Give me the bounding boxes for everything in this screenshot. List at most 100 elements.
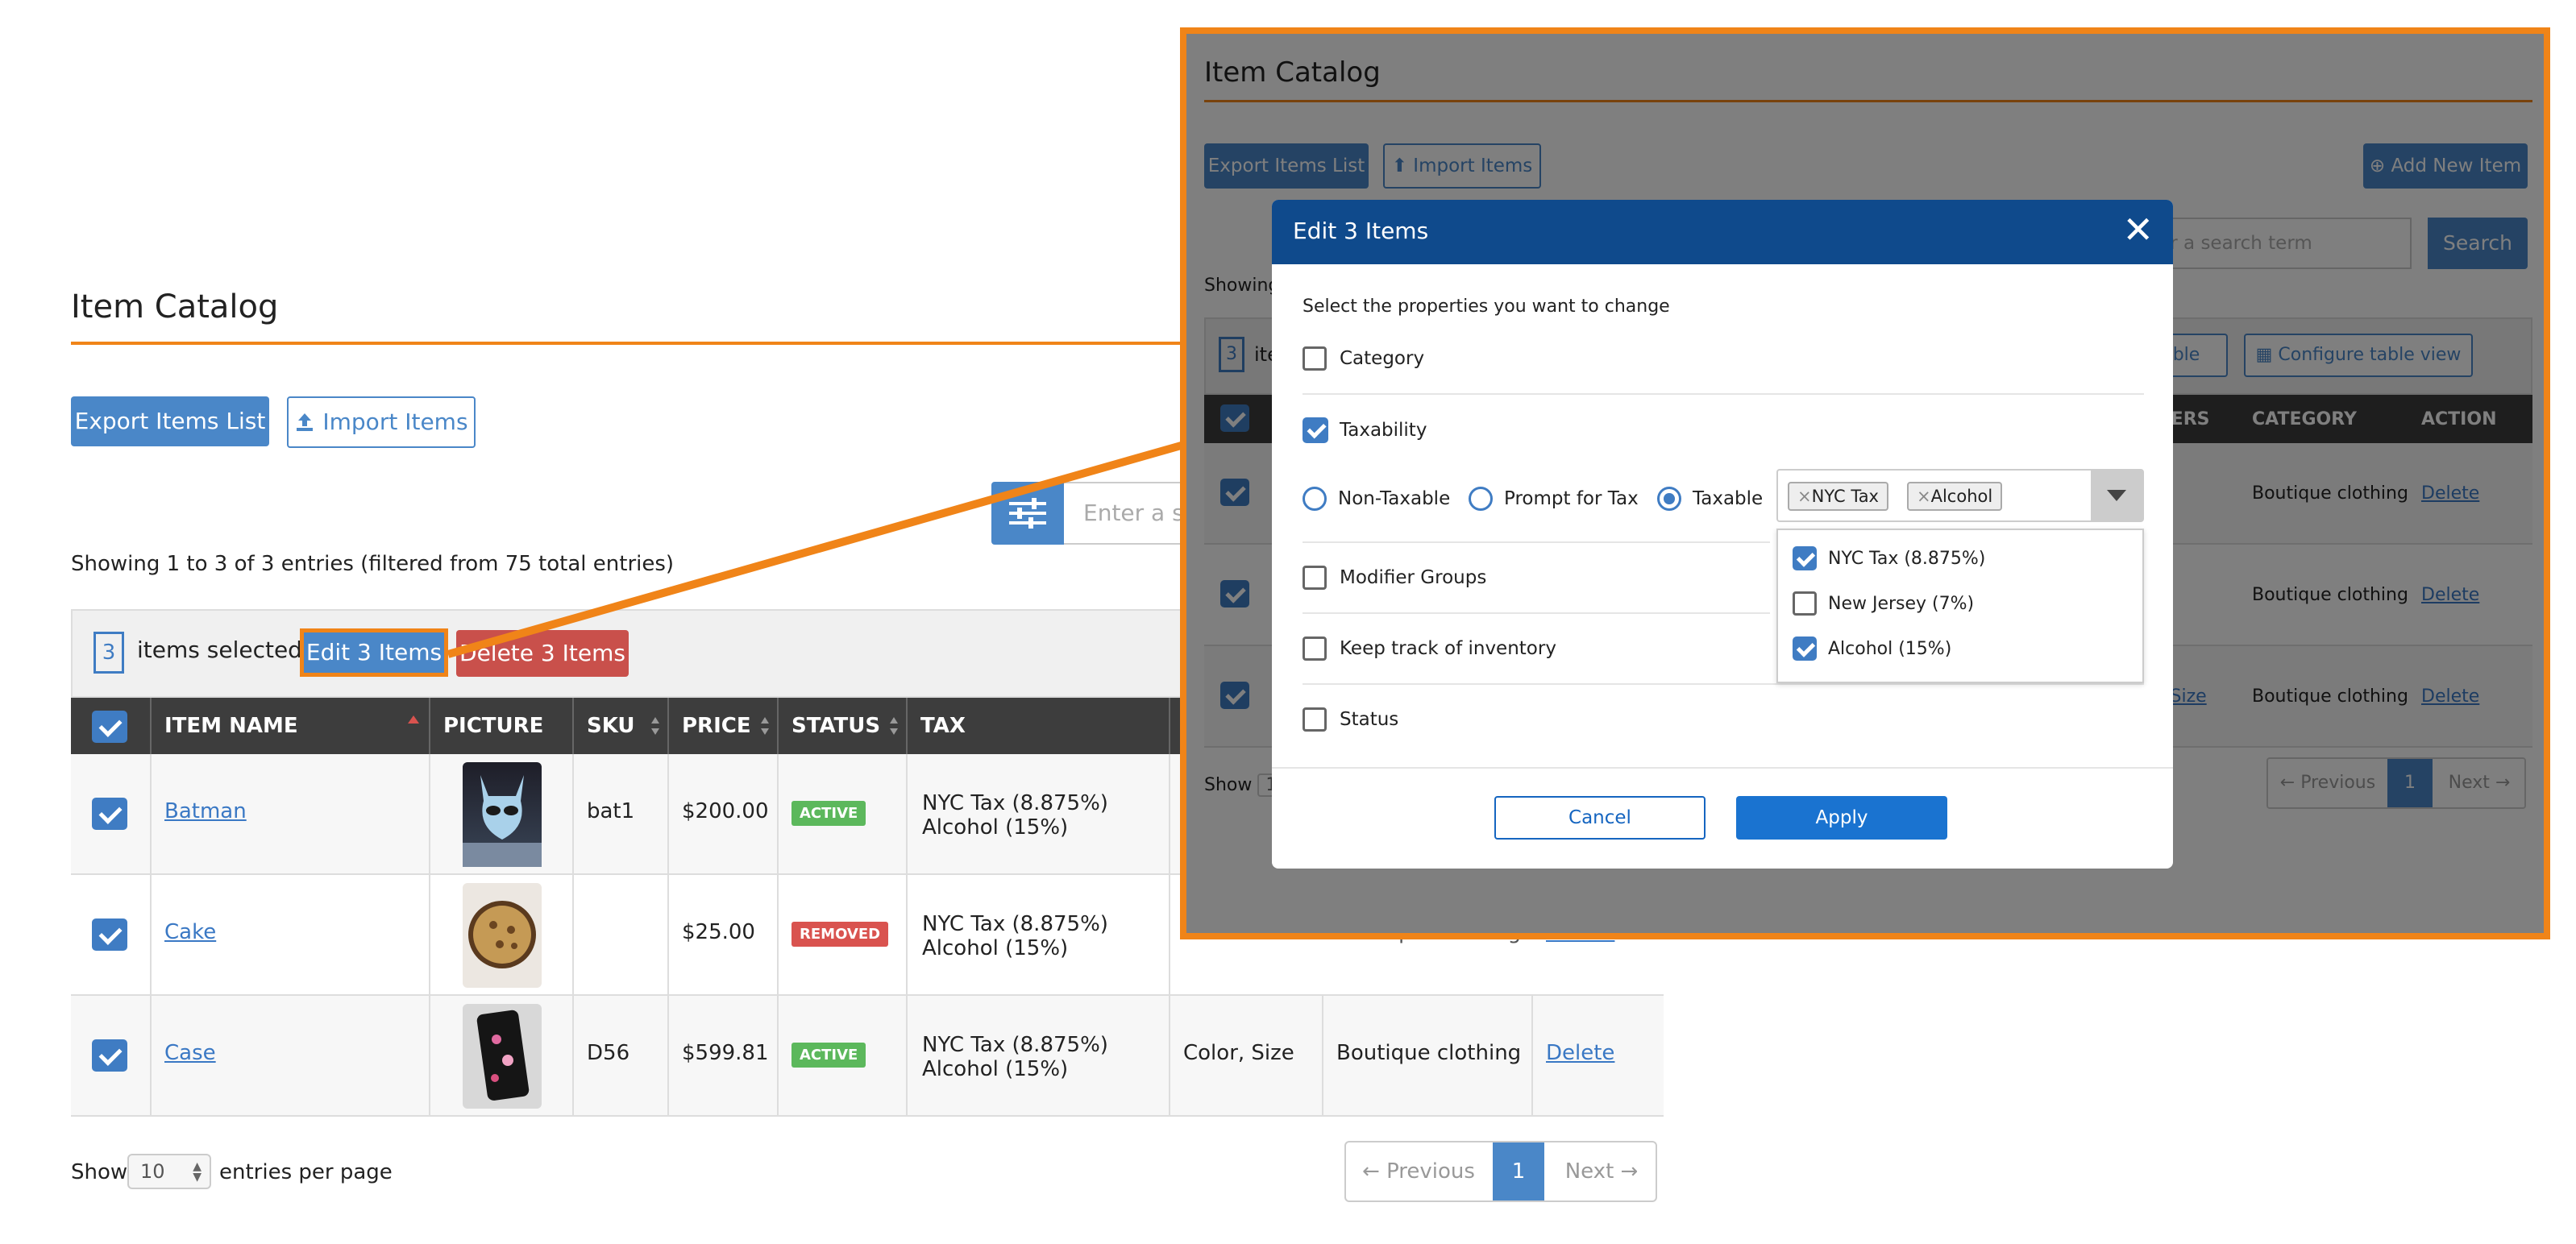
delete-link[interactable]: Delete: [1546, 1041, 1614, 1065]
status-checkbox[interactable]: [1303, 707, 1327, 732]
radio-button-selected[interactable]: [1657, 487, 1681, 511]
tag-alcohol: ×Alcohol: [1907, 482, 2003, 511]
radio-button[interactable]: [1469, 487, 1493, 511]
search-input[interactable]: Enter a search term: [1064, 482, 1185, 545]
taxability-checkbox[interactable]: [1303, 417, 1328, 443]
upload-icon: [297, 413, 314, 431]
prev-page-button[interactable]: ← Previous: [1346, 1142, 1491, 1200]
remove-tag-icon[interactable]: ×: [1917, 487, 1931, 506]
row-checkbox[interactable]: [92, 798, 127, 830]
taxable-radio[interactable]: Taxable: [1657, 487, 1763, 511]
modifiers-cell: Color, Size: [1170, 996, 1323, 1115]
sku-cell: bat1: [574, 754, 669, 873]
delete-items-button[interactable]: Delete 3 Items: [456, 630, 629, 677]
chevron-down-icon: [2107, 490, 2126, 501]
tax-line: Alcohol (15%): [922, 815, 1069, 840]
next-page-button[interactable]: Next →: [1546, 1142, 1656, 1200]
col-tax: TAX: [908, 698, 1170, 754]
modifier-groups-option[interactable]: Modifier Groups: [1303, 566, 1486, 590]
item-name-link[interactable]: Case: [164, 1041, 216, 1065]
filter-button[interactable]: [991, 482, 1064, 545]
col-item-name[interactable]: ITEM NAME: [152, 698, 430, 754]
sort-asc-icon: [408, 715, 419, 724]
tax-options-dropdown: NYC Tax (8.875%) New Jersey (7%) Alcohol…: [1776, 529, 2144, 683]
option-checkbox[interactable]: [1793, 591, 1817, 616]
tax-multiselect[interactable]: ×NYC Tax ×Alcohol: [1776, 469, 2144, 522]
selection-bar: 3 items selected Edit 3 Items Delete 3 I…: [71, 609, 1199, 698]
inventory-checkbox[interactable]: [1303, 637, 1327, 661]
col-sku[interactable]: SKU: [574, 698, 669, 754]
per-page-label: entries per page: [219, 1160, 393, 1184]
tax-line: Alcohol (15%): [922, 1057, 1069, 1081]
dropdown-toggle[interactable]: [2091, 471, 2142, 520]
modal-header: Edit 3 Items ✕: [1272, 200, 2173, 264]
category-option[interactable]: Category: [1303, 346, 1424, 371]
item-name-link[interactable]: Batman: [164, 799, 247, 823]
status-option[interactable]: Status: [1303, 707, 1398, 732]
item-name-link[interactable]: Cake: [164, 920, 216, 944]
item-thumbnail: [463, 1004, 542, 1109]
divider: [1303, 683, 2144, 685]
tax-line: Alcohol (15%): [922, 936, 1069, 960]
close-icon[interactable]: ✕: [2122, 208, 2154, 251]
option-new-jersey[interactable]: New Jersey (7%): [1793, 591, 1974, 616]
cake-image: [468, 901, 536, 968]
table-row: Case D56 $599.81 ACTIVE NYC Tax (8.875%)…: [71, 996, 1664, 1117]
updown-icon: ▲ ▼: [193, 1160, 202, 1184]
tax-line: NYC Tax (8.875%): [922, 1033, 1108, 1057]
zoomed-inset: Item Catalog Export Items List ⬆ Import …: [1180, 27, 2550, 939]
edit-items-button[interactable]: Edit 3 Items: [300, 628, 448, 677]
select-all-checkbox[interactable]: [92, 711, 127, 743]
edit-items-modal: Edit 3 Items ✕ Select the properties you…: [1272, 200, 2173, 869]
show-label: Show: [71, 1160, 128, 1184]
row-checkbox[interactable]: [92, 1039, 127, 1072]
option-alcohol[interactable]: Alcohol (15%): [1793, 637, 1951, 661]
divider: [1303, 541, 1770, 543]
divider: [1303, 612, 1770, 614]
remove-tag-icon[interactable]: ×: [1797, 487, 1812, 506]
page-1-button[interactable]: 1: [1493, 1142, 1544, 1200]
status-badge: ACTIVE: [791, 801, 866, 826]
select-all-cell: [71, 698, 152, 754]
status-badge: REMOVED: [791, 922, 889, 947]
taxability-option[interactable]: Taxability: [1303, 417, 1427, 443]
col-status[interactable]: STATUS: [779, 698, 908, 754]
phone-case-image: [476, 1010, 530, 1101]
import-items-button[interactable]: Import Items: [287, 396, 476, 448]
row-checkbox[interactable]: [92, 918, 127, 951]
non-taxable-radio[interactable]: Non-Taxable: [1303, 487, 1450, 511]
radio-button[interactable]: [1303, 487, 1327, 511]
tag-nyc-tax: ×NYC Tax: [1788, 482, 1888, 511]
divider: [1303, 393, 2144, 395]
modifier-groups-checkbox[interactable]: [1303, 566, 1327, 590]
tax-line: NYC Tax (8.875%): [922, 791, 1108, 815]
prompt-for-tax-radio[interactable]: Prompt for Tax: [1469, 487, 1639, 511]
col-picture: PICTURE: [430, 698, 574, 754]
modal-title: Edit 3 Items: [1293, 218, 1429, 244]
selected-count-box: 3: [93, 632, 124, 674]
title-divider: [71, 342, 1199, 345]
price-cell: $25.00: [669, 875, 779, 994]
inventory-option[interactable]: Keep track of inventory: [1303, 637, 1556, 661]
category-cell: Boutique clothing: [1323, 996, 1533, 1115]
sliders-icon: [1009, 498, 1046, 529]
col-price[interactable]: PRICE: [669, 698, 779, 754]
tax-line: NYC Tax (8.875%): [922, 912, 1108, 936]
batman-mask-image: [463, 775, 542, 867]
per-page-select[interactable]: 10 ▲ ▼: [127, 1154, 211, 1189]
modal-instruction: Select the properties you want to change: [1303, 296, 1670, 317]
page-title: Item Catalog: [71, 288, 279, 326]
price-cell: $200.00: [669, 754, 779, 873]
modal-footer-divider: [1272, 767, 2173, 769]
apply-button[interactable]: Apply: [1736, 796, 1947, 840]
price-cell: $599.81: [669, 996, 779, 1115]
cancel-button[interactable]: Cancel: [1494, 796, 1706, 840]
item-thumbnail: [463, 762, 542, 867]
category-checkbox[interactable]: [1303, 346, 1327, 371]
sku-cell: [574, 875, 669, 994]
export-items-button[interactable]: Export Items List: [71, 396, 269, 446]
status-badge: ACTIVE: [791, 1043, 866, 1068]
option-checkbox[interactable]: [1793, 546, 1817, 570]
option-nyc-tax[interactable]: NYC Tax (8.875%): [1793, 546, 1985, 570]
option-checkbox[interactable]: [1793, 637, 1817, 661]
